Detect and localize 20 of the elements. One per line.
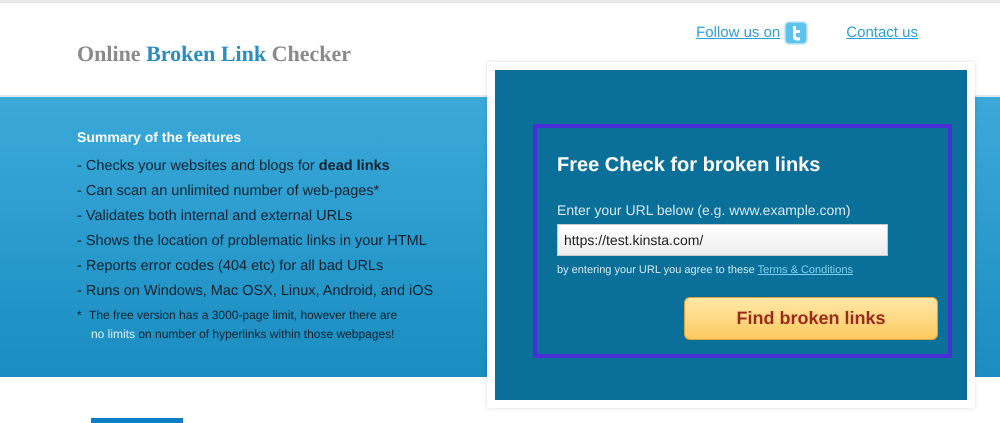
twitter-icon — [784, 21, 808, 45]
features-title: Summary of the features — [77, 128, 242, 147]
footnote-text: The free version has a 3000-page limit, however there are no limits on number of hyperlinks within those webpages! — [89, 307, 398, 343]
url-field[interactable]: https://test.kinsta.com/ — [557, 224, 888, 256]
feature-item: - Checks your websites and blogs for dead links — [77, 157, 390, 176]
footnote-mark: * — [77, 307, 83, 324]
content-tab[interactable] — [91, 418, 183, 423]
site-logo[interactable]: Online Broken Link Checker — [77, 37, 352, 70]
feature-item: - Can scan an unlimited number of web-pages* — [77, 182, 380, 201]
terms-link[interactable]: Terms & Conditions — [758, 264, 853, 276]
find-broken-links-button[interactable]: Find broken links — [684, 296, 938, 340]
feature-item: - Shows the location of problematic links in your HTML — [77, 232, 427, 251]
url-label: Enter your URL below (e.g. www.example.com) — [557, 201, 852, 220]
agree-text: by entering your URL you agree to these Terms & Conditions — [557, 263, 854, 278]
header-link[interactable]: Contact us — [846, 22, 918, 44]
feature-item: - Validates both internal and external URLs — [77, 207, 352, 226]
feature-item: - Reports error codes (404 etc) for all bad URLs — [77, 257, 384, 276]
header-link[interactable]: Follow us on — [696, 22, 780, 44]
feature-item: - Runs on Windows, Mac OSX, Linux, Android, and iOS — [77, 282, 434, 301]
form-title: Free Check for broken links — [557, 153, 822, 178]
